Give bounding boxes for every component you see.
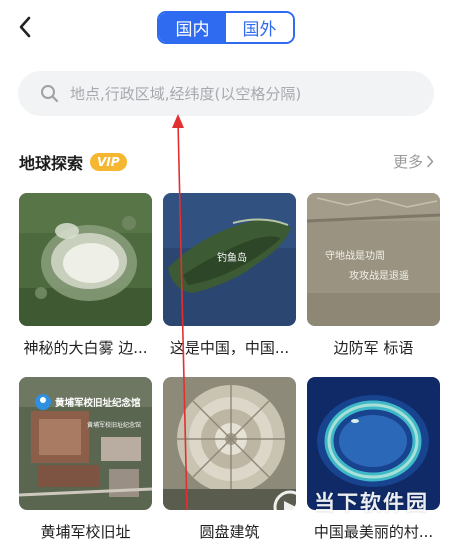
- card-caption: 黄埔军校旧址: [40, 523, 131, 541]
- explore-card[interactable]: 神秘的大白雾 边...: [19, 193, 152, 358]
- card-thumbnail: 黄埔军校旧址纪念馆 黄埔军校旧址纪念馆: [19, 377, 152, 510]
- tab-foreign[interactable]: 国外: [226, 13, 293, 42]
- region-toggle: 国内 国外: [157, 11, 295, 44]
- search-input[interactable]: [70, 84, 410, 103]
- back-button[interactable]: [12, 12, 38, 42]
- top-bar: 国内 国外: [0, 0, 450, 56]
- map-label: 钓鱼岛: [217, 251, 247, 264]
- section-title: 地球探索: [19, 154, 84, 173]
- chevron-right-icon: [427, 155, 434, 168]
- slogan-line-2: 攻攻战是退遥: [349, 269, 409, 282]
- slogan-line-1: 守地战是功周: [325, 249, 385, 262]
- section-header: 地球探索 VIP 更多: [19, 148, 434, 176]
- search-icon: [40, 84, 60, 104]
- card-thumbnail: 守地战是功周 攻攻战是退遥: [307, 193, 440, 326]
- more-link[interactable]: 更多: [393, 151, 434, 172]
- explore-card[interactable]: 中国最美丽的村...: [307, 377, 440, 542]
- explore-card[interactable]: 黄埔军校旧址纪念馆 黄埔军校旧址纪念馆 黄埔军校旧址: [19, 377, 152, 542]
- card-thumbnail: [307, 377, 440, 510]
- explore-card[interactable]: 圆盘建筑: [163, 377, 296, 542]
- card-caption: 神秘的大白雾 边...: [23, 339, 148, 357]
- map-label: 黄埔军校旧址纪念馆: [55, 397, 141, 409]
- vip-badge: VIP: [90, 153, 127, 171]
- search-bar[interactable]: [18, 71, 434, 116]
- card-caption: 边防军 标语: [333, 339, 414, 357]
- tab-domestic[interactable]: 国内: [159, 13, 226, 42]
- map-sub-label: 黄埔军校旧址纪念馆: [87, 421, 141, 429]
- card-thumbnail: [163, 377, 296, 510]
- card-thumbnail: [19, 193, 152, 326]
- card-caption: 圆盘建筑: [199, 523, 260, 541]
- explore-card[interactable]: 守地战是功周 攻攻战是退遥 边防军 标语: [307, 193, 440, 358]
- more-label: 更多: [392, 153, 423, 171]
- chevron-left-icon: [19, 16, 31, 38]
- card-thumbnail: 钓鱼岛: [163, 193, 296, 326]
- card-caption: 这是中国，中国...: [169, 339, 290, 357]
- explore-card[interactable]: 钓鱼岛 这是中国，中国...: [163, 193, 296, 358]
- card-caption: 中国最美丽的村...: [313, 523, 434, 541]
